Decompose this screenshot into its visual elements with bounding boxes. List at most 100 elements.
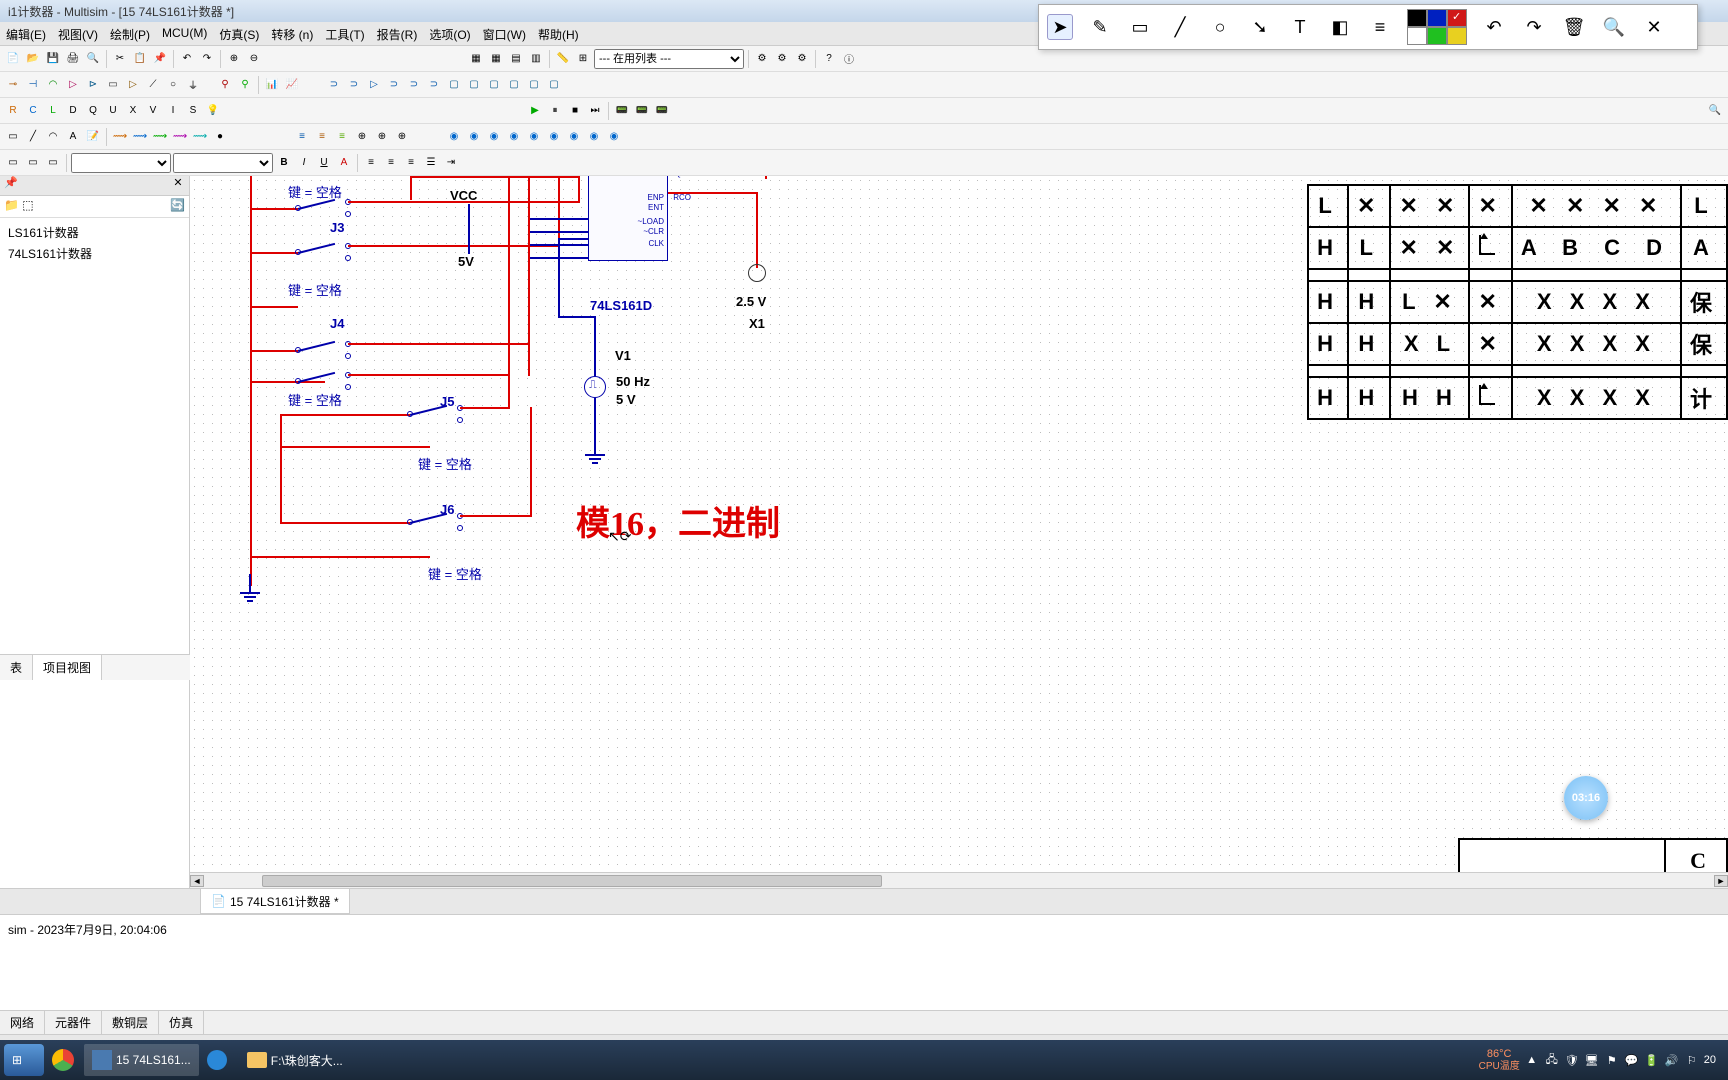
copy-icon[interactable]: 📋 (131, 50, 149, 68)
open-icon[interactable]: 📂 (24, 50, 42, 68)
align2-icon[interactable]: ▭ (24, 154, 42, 172)
comp-r-icon[interactable]: ⊸ (4, 76, 22, 94)
underline-icon[interactable]: U (315, 154, 333, 172)
ff-jk-icon[interactable]: ▢ (465, 76, 483, 94)
swatch-white[interactable] (1407, 27, 1427, 45)
net2-icon[interactable]: ⊕ (373, 128, 391, 146)
zoom-in-icon[interactable]: ⊕ (225, 50, 243, 68)
comp-l-icon[interactable]: ◠ (44, 76, 62, 94)
zoom-fit-icon[interactable]: 🔍 (1706, 102, 1724, 120)
color-icon[interactable]: A (335, 154, 353, 172)
bus1-icon[interactable]: ≡ (293, 128, 311, 146)
ff-d-icon[interactable]: ▢ (445, 76, 463, 94)
pointer-icon[interactable]: ➤ (1047, 14, 1073, 40)
comp-gnd-icon[interactable]: ⏚ (184, 76, 202, 94)
tray-volume-icon[interactable]: 🔊 (1664, 1052, 1680, 1068)
schematic-canvas[interactable]: 键 = 空格 J3 键 = 空格 J4 键 = 空格 J5 键 = 空格 J6 … (190, 176, 1728, 888)
analyze-icon[interactable]: 📊 (263, 76, 281, 94)
close-anno-icon[interactable]: ✕ (1641, 14, 1667, 40)
tree-view-icon[interactable]: 📁 ⬚ (4, 198, 34, 215)
wire2-icon[interactable]: ⟿ (131, 128, 149, 146)
tray-network-icon[interactable]: 🖧 (1544, 1052, 1560, 1068)
virt5-icon[interactable]: ◉ (525, 128, 543, 146)
virt9-icon[interactable]: ◉ (605, 128, 623, 146)
probe1-icon[interactable]: ⚲ (216, 76, 234, 94)
pause-icon[interactable]: ⏸ (546, 102, 564, 120)
switch-j4b[interactable] (298, 377, 348, 387)
tab-table[interactable]: 表 (0, 655, 33, 680)
probe-x1[interactable] (748, 264, 766, 282)
explorer-task[interactable]: F:\珠创客大... (239, 1044, 351, 1076)
scope-icon[interactable]: 📈 (283, 76, 301, 94)
shape-arc-icon[interactable]: ◠ (44, 128, 62, 146)
redo-anno-icon[interactable]: ↷ (1521, 14, 1547, 40)
list-icon[interactable]: ☰ (422, 154, 440, 172)
menu-sim[interactable]: 仿真(S) (213, 22, 265, 45)
stop-icon[interactable]: ■ (566, 102, 584, 120)
shape-line-icon[interactable]: ╱ (24, 128, 42, 146)
document-tab[interactable]: 📄 15 74LS161计数器 * (200, 889, 350, 914)
zoom-out-icon[interactable]: ⊖ (245, 50, 263, 68)
font-family-select[interactable] (71, 153, 171, 173)
chrome-icon[interactable] (44, 1044, 84, 1076)
probe2-icon[interactable]: ⚲ (236, 76, 254, 94)
tray-shield-icon[interactable]: 🛡 (1564, 1052, 1580, 1068)
bus3-icon[interactable]: ≡ (333, 128, 351, 146)
menu-view[interactable]: 视图(V) (52, 22, 104, 45)
counter-icon[interactable]: ▢ (505, 76, 523, 94)
swatch-green[interactable] (1427, 27, 1447, 45)
just-center-icon[interactable]: ≡ (382, 154, 400, 172)
place-ic-icon[interactable]: U (104, 102, 122, 120)
paste-icon[interactable]: 📌 (151, 50, 169, 68)
pen-icon[interactable]: ✎ (1087, 14, 1113, 40)
tree-node-1[interactable]: LS161计数器 (4, 222, 185, 243)
panel-pin-icon[interactable]: 📌 (4, 176, 18, 195)
virt4-icon[interactable]: ◉ (505, 128, 523, 146)
run-icon[interactable]: ▶ (526, 102, 544, 120)
wire1-icon[interactable]: ⟿ (111, 128, 129, 146)
switch-j4[interactable] (298, 346, 348, 356)
horizontal-scrollbar[interactable]: ◄ ► (190, 872, 1728, 888)
shape-text-icon[interactable]: A (64, 128, 82, 146)
gate-nor-icon[interactable]: ⊃ (405, 76, 423, 94)
comp-d-icon[interactable]: ▷ (64, 76, 82, 94)
db2-icon[interactable]: ⚙ (773, 50, 791, 68)
place-d-icon[interactable]: D (64, 102, 82, 120)
place-q-icon[interactable]: Q (84, 102, 102, 120)
switch-j6[interactable] (410, 518, 460, 528)
place-x-icon[interactable]: X (124, 102, 142, 120)
menu-transfer[interactable]: 转移 (n) (265, 22, 319, 45)
menu-edit[interactable]: 编辑(E) (0, 22, 52, 45)
gate-nand-icon[interactable]: ⊃ (385, 76, 403, 94)
info-icon[interactable]: ⓘ (840, 50, 858, 68)
list-dropdown[interactable]: --- 在用列表 --- (594, 49, 744, 69)
tray-chat-icon[interactable]: 💬 (1624, 1052, 1640, 1068)
cut-icon[interactable]: ✂ (111, 50, 129, 68)
browser-task[interactable] (199, 1044, 239, 1076)
annotation-toolbar[interactable]: ➤ ✎ ▭ ╱ ○ ➘ T ◧ ≡ ✓ ↶ ↷ 🗑 🔍 ✕ (1038, 4, 1698, 50)
tray-action-icon[interactable]: ⚐ (1684, 1052, 1700, 1068)
menu-report[interactable]: 报告(R) (371, 22, 424, 45)
grid2-icon[interactable]: ▦ (487, 50, 505, 68)
swatch-yellow[interactable] (1447, 27, 1467, 45)
menu-draw[interactable]: 绘制(P) (104, 22, 156, 45)
grid-icon[interactable]: ▦ (467, 50, 485, 68)
comp-src-icon[interactable]: ○ (164, 76, 182, 94)
ff-t-icon[interactable]: ▢ (485, 76, 503, 94)
layers-icon[interactable]: ▤ (507, 50, 525, 68)
place-v-icon[interactable]: V (144, 102, 162, 120)
place-led-icon[interactable]: 💡 (204, 102, 222, 120)
rectangle-icon[interactable]: ▭ (1127, 14, 1153, 40)
preview-icon[interactable]: 🔍 (84, 50, 102, 68)
shape-note-icon[interactable]: 📝 (84, 128, 102, 146)
switch-j-top[interactable] (298, 204, 348, 214)
inst1-icon[interactable]: 📟 (613, 102, 631, 120)
just-left-icon[interactable]: ≡ (362, 154, 380, 172)
db3-icon[interactable]: ⚙ (793, 50, 811, 68)
menu-options[interactable]: 选项(O) (423, 22, 476, 45)
ic-74ls161d[interactable]: ENP ENT ~LOAD ~CLR CLK QD RCO (588, 176, 668, 261)
gate-or-icon[interactable]: ⊃ (345, 76, 363, 94)
tab-simulation[interactable]: 仿真 (159, 1011, 204, 1034)
virt3-icon[interactable]: ◉ (485, 128, 503, 146)
tab-components[interactable]: 元器件 (45, 1011, 102, 1034)
